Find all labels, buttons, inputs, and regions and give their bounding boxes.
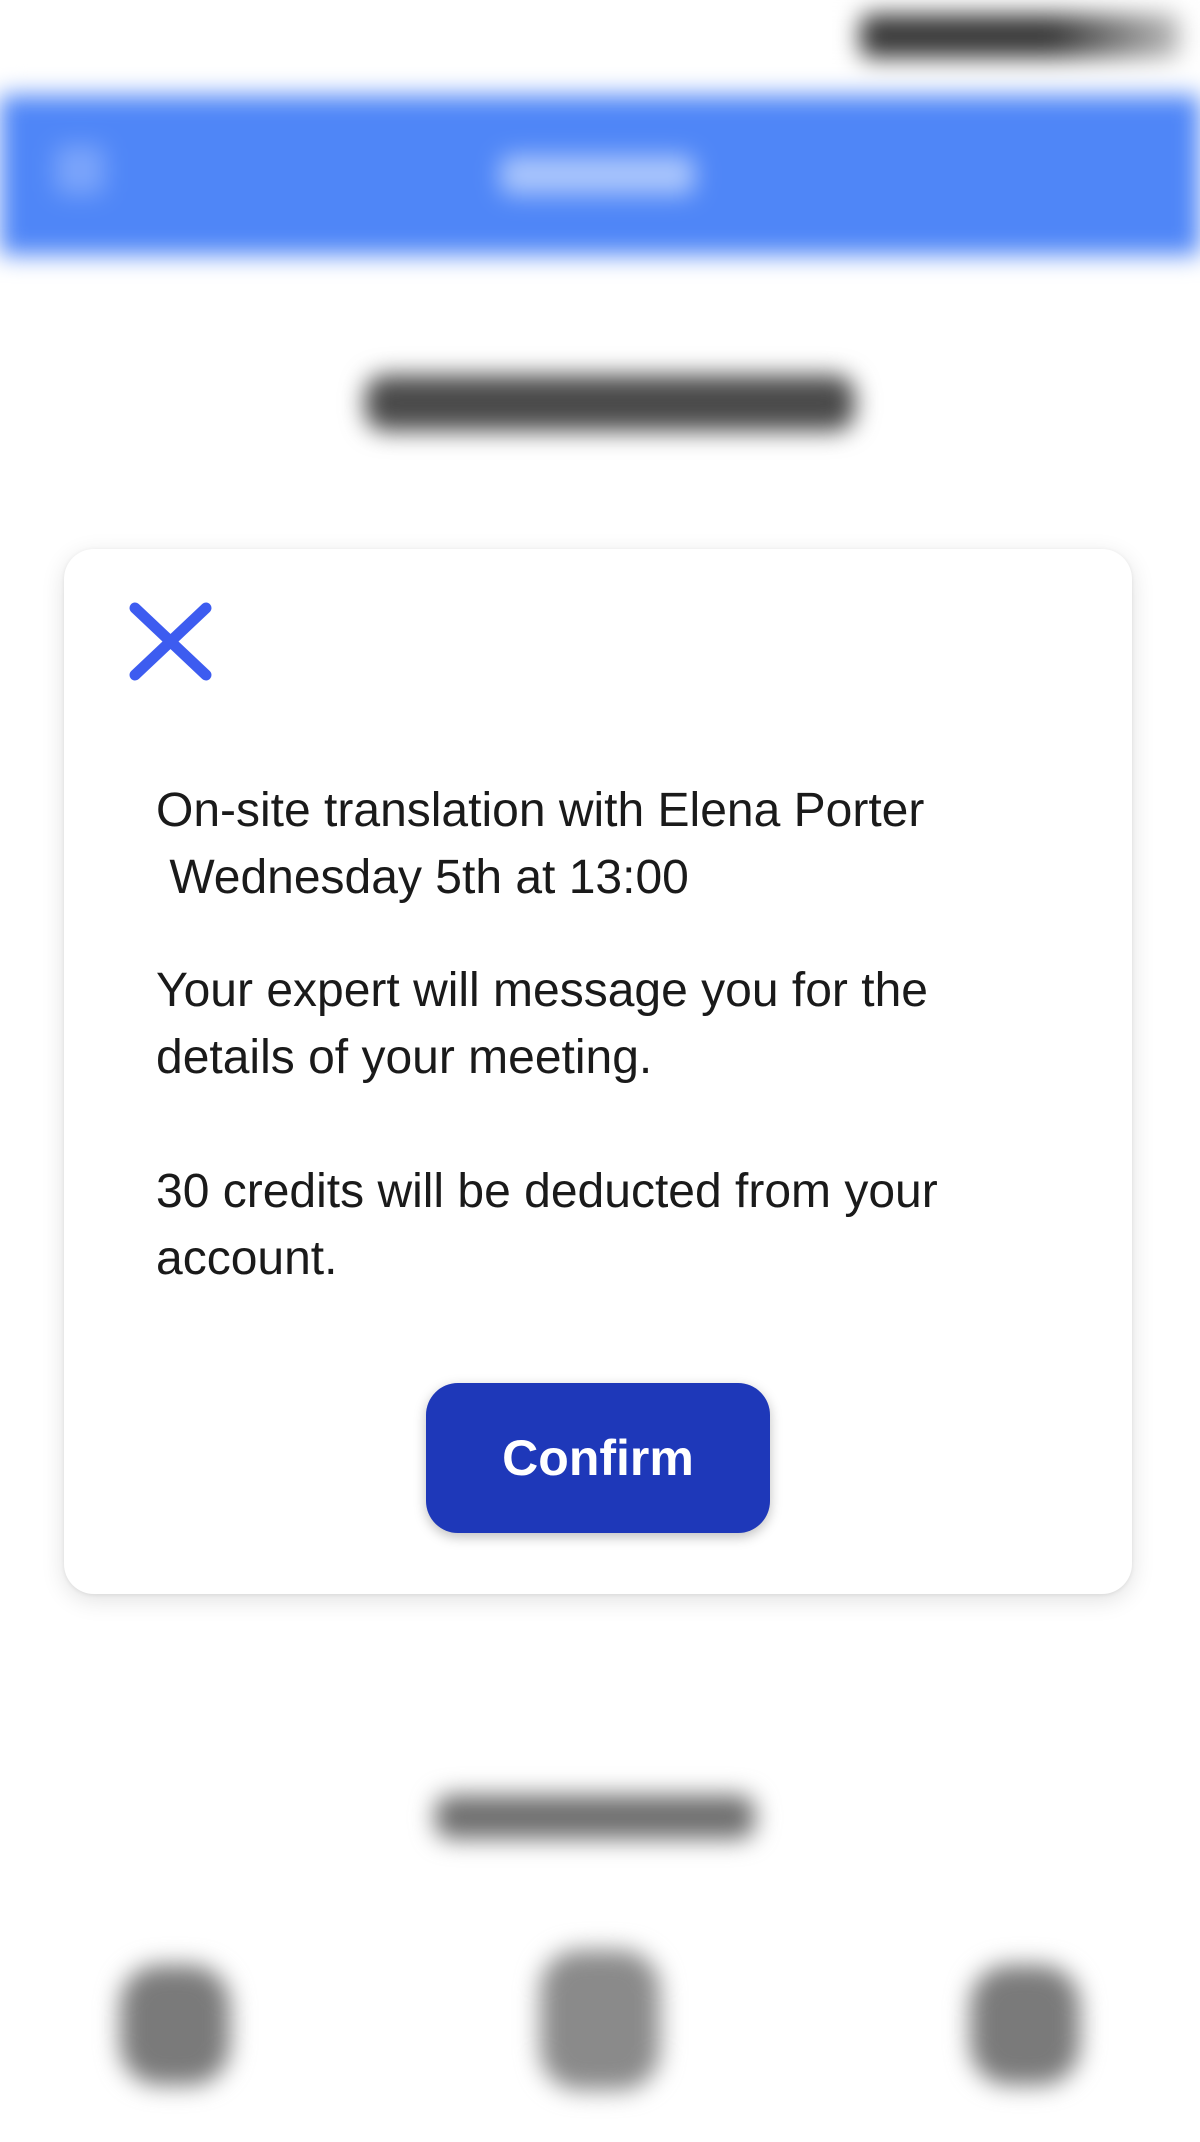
background-heading	[365, 375, 855, 431]
credits-notice: 30 credits will be deducted from your ac…	[156, 1165, 938, 1285]
close-button[interactable]	[114, 589, 214, 689]
close-icon	[129, 602, 212, 681]
tab-bar-item-3	[970, 1965, 1080, 2085]
status-bar	[0, 0, 1200, 70]
background-subtitle	[435, 1795, 755, 1839]
status-icons	[860, 14, 1180, 58]
dialog-content: On-site translation with Elena Porter We…	[156, 777, 1056, 1292]
confirm-button[interactable]: Confirm	[426, 1383, 770, 1533]
session-title: On-site translation with Elena Porter	[156, 784, 925, 837]
session-datetime: Wednesday 5th at 13:00	[156, 851, 689, 904]
menu-icon	[55, 145, 105, 195]
booking-confirmation-dialog: On-site translation with Elena Porter We…	[64, 549, 1132, 1594]
header-title	[500, 155, 695, 195]
app-screen: On-site translation with Elena Porter We…	[0, 0, 1200, 2142]
tab-bar-item-1	[120, 1965, 230, 2085]
tab-bar-item-2	[540, 1950, 660, 2090]
app-header	[0, 95, 1200, 255]
expert-message-note: Your expert will message you for the det…	[156, 964, 928, 1084]
